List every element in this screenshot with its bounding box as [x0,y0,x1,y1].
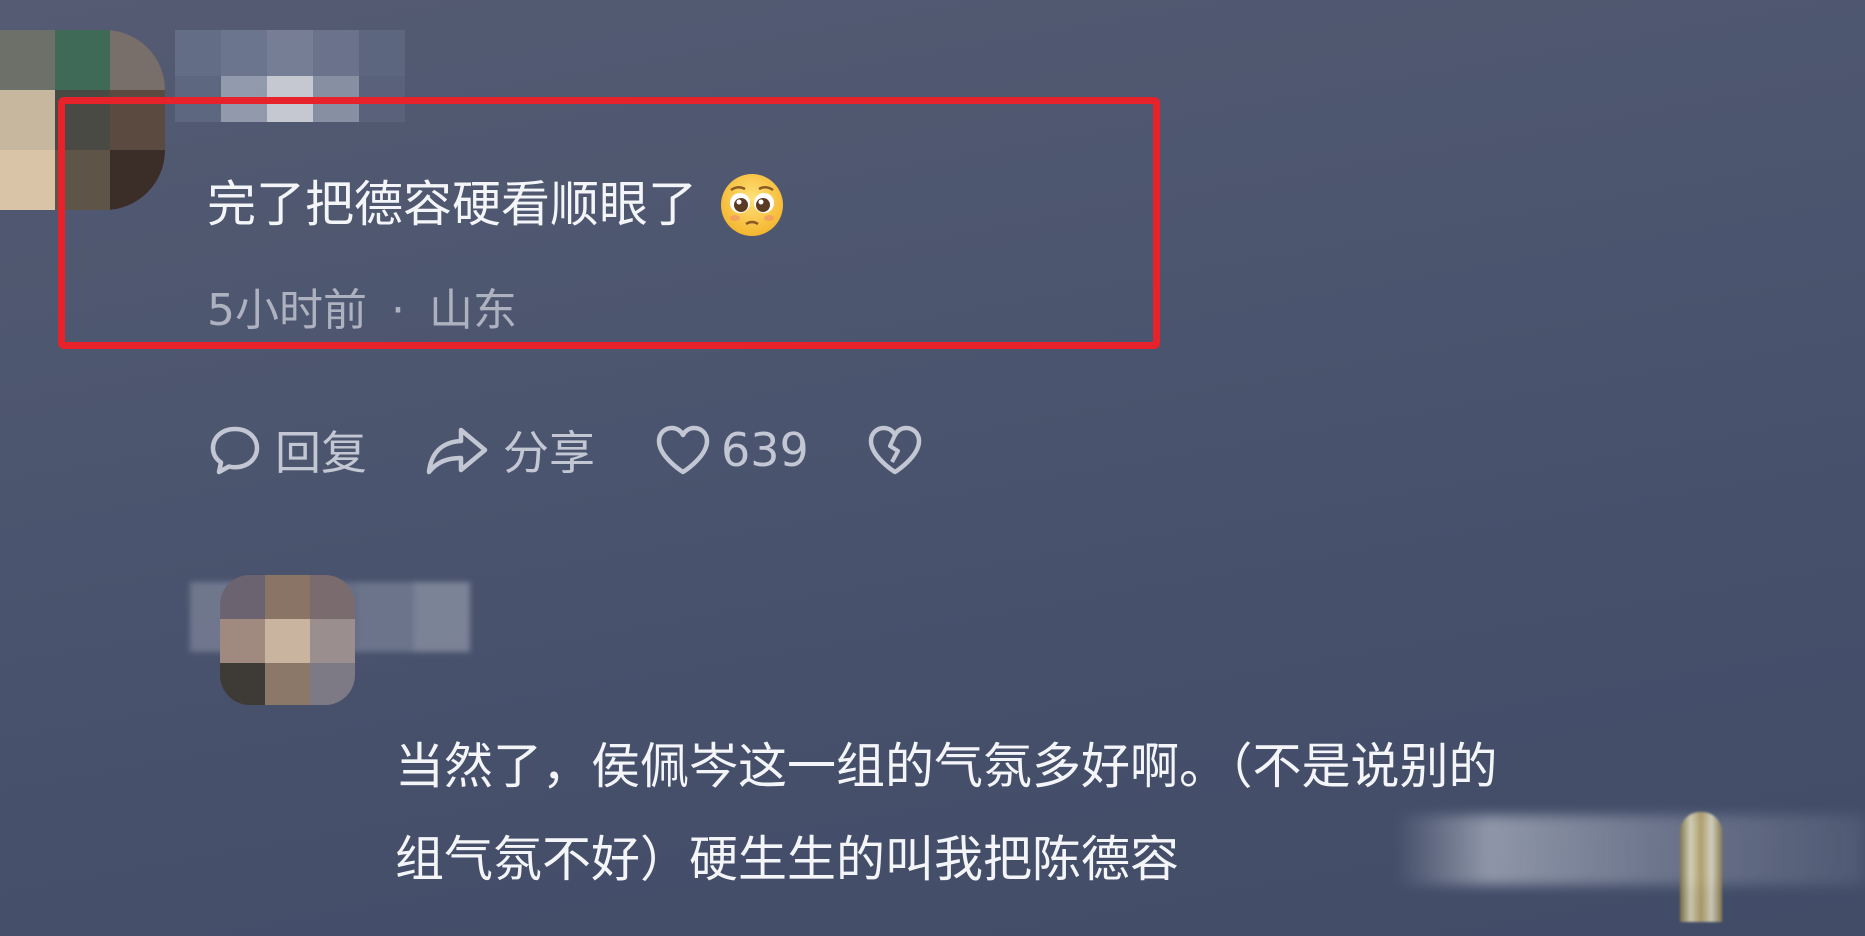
comment-content: 完了把德容硬看顺眼了 [207,172,785,238]
heart-icon [656,425,710,475]
share-arrow-icon [426,427,488,475]
comment-actions: 回复 分享 639 [207,420,925,480]
reply-button[interactable]: 回复 [207,417,367,483]
reply-text-line-1: 当然了，侯佩岑这一组的气氛多好啊。（不是说别的 [395,738,1498,795]
speech-bubble-icon [210,426,260,475]
share-label: 分享 [503,426,595,480]
share-button[interactable]: 分享 [423,417,595,483]
like-button[interactable]: 639 [653,422,809,478]
broken-heart-icon [868,425,922,475]
reply-label: 回复 [275,426,367,480]
redaction-mask [1395,815,1865,885]
comment-time: 5小时前 [207,285,367,336]
comment-meta: 5小时前 · 山东 [207,283,517,339]
meta-separator: · [391,285,405,336]
pleading-face-emoji-icon [721,174,784,236]
comment-location: 山东 [429,285,517,336]
like-count: 639 [721,423,809,477]
dislike-button[interactable] [865,422,925,478]
reply-avatar[interactable] [220,575,355,705]
redaction-bar [1680,812,1722,922]
comment-text: 完了把德容硬看顺眼了 [207,176,698,233]
